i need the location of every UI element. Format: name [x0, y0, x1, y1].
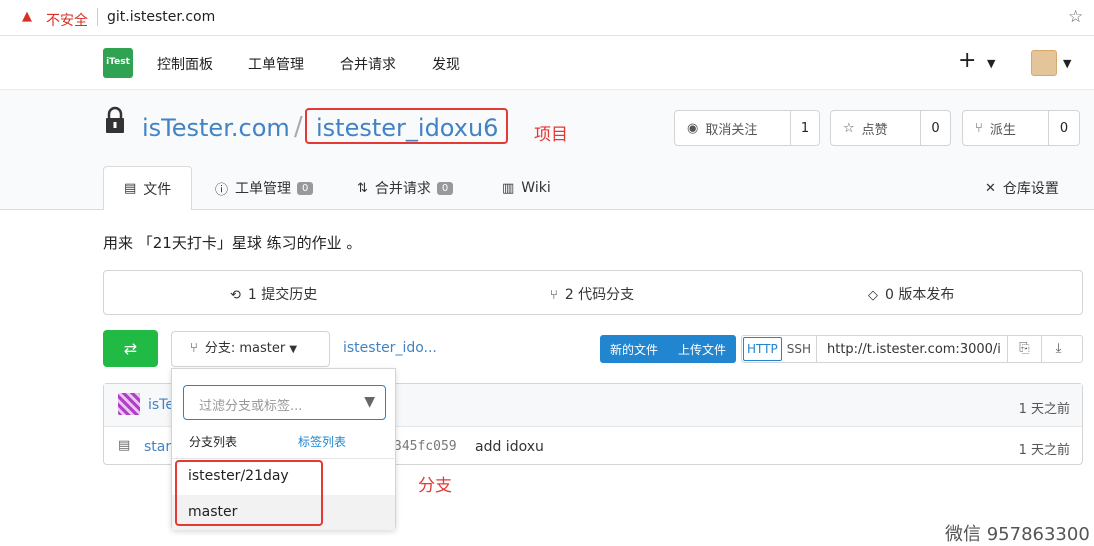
releases-stat-label: 0 版本发布: [885, 287, 955, 303]
fork-button[interactable]: ⑂ 派生: [963, 111, 1049, 145]
branch-filter-input[interactable]: 过滤分支或标签... ▼: [183, 385, 386, 420]
repo-header: isTester.com / istester_idoxu6 项目 ◉ 取消关注 …: [0, 90, 1094, 210]
tag-icon: ◇: [868, 288, 878, 303]
fork-icon: ⑂: [975, 120, 983, 136]
unwatch-label: 取消关注: [705, 122, 758, 138]
repo-description: 用来 「21天打卡」星球 练习的作业 。: [103, 234, 362, 252]
tools-icon: ✕: [985, 180, 996, 196]
repo-stats-bar: ⟲ 1 提交历史 ⑂ 2 代码分支 ◇ 0 版本发布: [103, 270, 1083, 315]
tab-settings[interactable]: ✕ 仓库设置: [985, 166, 1059, 210]
star-button[interactable]: ☆ 点赞: [831, 111, 921, 145]
branch-selector-label: 分支: master: [204, 341, 286, 356]
commit-sha-link[interactable]: 345fc059: [394, 439, 457, 454]
watch-button-group[interactable]: ◉ 取消关注 1: [674, 110, 820, 146]
path-separator: /: [294, 112, 303, 142]
browser-urlbar[interactable]: ▲ 不安全 git.istester.com ☆: [0, 0, 1094, 36]
watermark-text: 微信 957863300: [945, 524, 1090, 545]
bookmark-star-icon[interactable]: ☆: [1068, 7, 1083, 27]
branch-dropdown-icon: ▼: [289, 344, 298, 355]
commit-author-avatar[interactable]: [118, 393, 140, 415]
watch-count[interactable]: 1: [791, 111, 819, 145]
nav-pulls[interactable]: 合并请求: [340, 54, 396, 74]
tab-issues[interactable]: ⓘ 工单管理 0: [215, 166, 314, 210]
lock-icon: [106, 106, 124, 133]
repo-owner-link[interactable]: isTester.com: [142, 114, 290, 142]
branch-icon: ⑂: [550, 288, 558, 303]
repo-path-breadcrumb[interactable]: istester_ido...: [343, 340, 437, 356]
releases-stat[interactable]: ◇ 0 版本发布: [868, 284, 954, 304]
star-label: 点赞: [861, 122, 888, 138]
http-clone-button[interactable]: HTTP: [743, 337, 782, 361]
tab-settings-label: 仓库设置: [1002, 181, 1059, 197]
tab-files-label: 文件: [143, 181, 172, 198]
tab-wiki[interactable]: ▥ Wiki: [502, 166, 551, 210]
clone-url-group: HTTP SSH http://t.istester.com:3000/i ⎘ …: [741, 335, 1083, 363]
fork-button-group[interactable]: ⑂ 派生 0: [962, 110, 1080, 146]
create-chevron-down-icon[interactable]: ▼: [987, 57, 995, 70]
tab-branch-list[interactable]: 分支列表: [189, 433, 237, 450]
star-button-group[interactable]: ☆ 点赞 0: [830, 110, 951, 146]
file-commit-time: 1 天之前: [1018, 443, 1070, 458]
annotation-box-project: [305, 108, 508, 144]
annotation-branch-label: 分支: [418, 476, 452, 496]
star-icon: ☆: [843, 120, 855, 136]
branch-selector-button[interactable]: ⑂ 分支: master ▼: [171, 331, 330, 367]
user-avatar[interactable]: [1031, 50, 1057, 76]
unwatch-button[interactable]: ◉ 取消关注: [675, 111, 791, 145]
download-icon[interactable]: ⤓: [1040, 336, 1075, 362]
branch-icon: ⑂: [190, 341, 198, 356]
upload-file-button[interactable]: 上传文件: [678, 341, 726, 358]
branches-stat[interactable]: ⑂ 2 代码分支: [550, 284, 634, 304]
create-plus-button[interactable]: +: [958, 48, 976, 73]
commit-message[interactable]: add idoxu: [475, 439, 544, 455]
tab-pulls-label: 合并请求: [374, 181, 431, 197]
latest-commit-time: 1 天之前: [1018, 402, 1070, 417]
tab-wiki-label: Wiki: [521, 180, 551, 196]
filter-icon: ▼: [364, 394, 375, 410]
file-actions-group: 新的文件 上传文件: [600, 335, 736, 363]
clone-url-input[interactable]: http://t.istester.com:3000/i: [817, 342, 1007, 357]
fork-count[interactable]: 0: [1049, 111, 1079, 145]
nav-explore[interactable]: 发现: [432, 54, 460, 74]
user-menu-chevron-down-icon[interactable]: ▼: [1063, 57, 1071, 70]
filter-placeholder: 过滤分支或标签...: [199, 399, 303, 414]
pulls-count-badge: 0: [436, 181, 454, 195]
pull-request-icon: ⇅: [357, 180, 368, 196]
branches-stat-label: 2 代码分支: [564, 287, 635, 303]
commits-stat-label: 1 提交历史: [247, 287, 318, 303]
warning-icon: ▲: [22, 9, 32, 24]
divider: [97, 8, 98, 26]
annotation-box-branches: [175, 460, 323, 526]
file-text-icon: ▤: [124, 181, 137, 196]
star-count[interactable]: 0: [921, 111, 950, 145]
ssh-clone-button[interactable]: SSH: [782, 336, 817, 362]
fork-label: 派生: [989, 122, 1016, 138]
compare-button[interactable]: ⇄: [103, 330, 158, 367]
tab-files[interactable]: ▤ 文件: [103, 166, 193, 210]
security-label[interactable]: 不安全: [46, 10, 88, 30]
nav-issues[interactable]: 工单管理: [248, 54, 304, 74]
file-icon: ▤: [118, 438, 131, 453]
commits-stat[interactable]: ⟲ 1 提交历史: [230, 284, 317, 304]
tab-tag-list[interactable]: 标签列表: [298, 433, 346, 450]
sync-icon: ⇄: [123, 339, 138, 358]
annotation-project-label: 项目: [534, 125, 568, 145]
tab-pulls[interactable]: ⇅ 合并请求 0: [357, 166, 454, 210]
issues-count-badge: 0: [297, 181, 314, 195]
history-icon: ⟲: [230, 288, 241, 303]
issue-opened-icon: ⓘ: [215, 182, 229, 198]
top-navbar: iTest 控制面板 工单管理 合并请求 发现 + ▼ ▼: [0, 36, 1094, 90]
eye-icon: ◉: [687, 120, 699, 136]
tab-issues-label: 工单管理: [235, 181, 292, 197]
url-text[interactable]: git.istester.com: [107, 9, 215, 25]
book-icon: ▥: [502, 180, 515, 196]
nav-dashboard[interactable]: 控制面板: [157, 54, 213, 74]
new-file-button[interactable]: 新的文件: [610, 341, 658, 358]
copy-clipboard-icon[interactable]: ⎘: [1006, 336, 1041, 362]
site-logo[interactable]: iTest: [103, 48, 133, 78]
